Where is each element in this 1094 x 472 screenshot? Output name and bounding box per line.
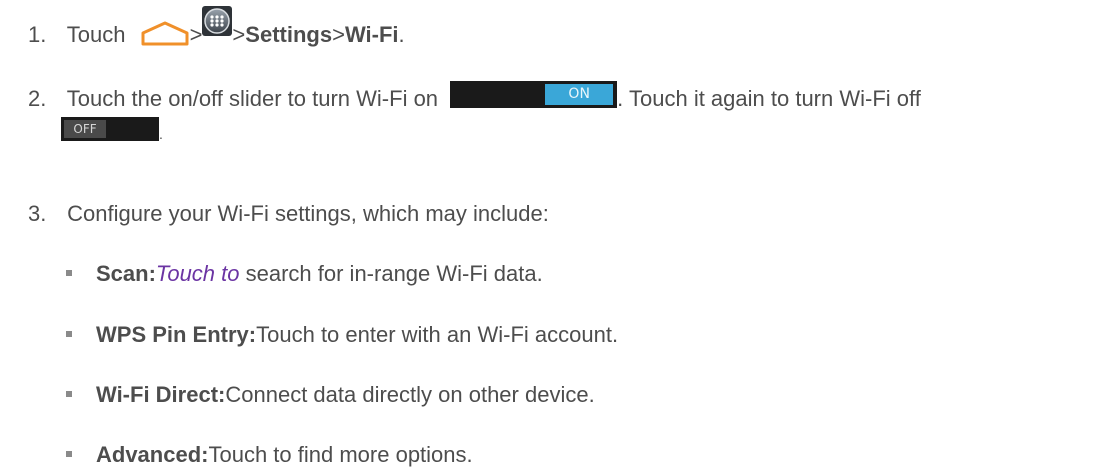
step-text-continued: . Touch it again to turn Wi-Fi off	[617, 86, 921, 111]
bullet-term: WPS Pin Entry:	[96, 322, 257, 347]
list-item: Scan:Touch to search for in-range Wi-Fi …	[66, 259, 543, 289]
step-number: 3.	[28, 201, 47, 226]
step-number: 2.	[28, 86, 47, 111]
wifi-slider-off: OFF	[61, 117, 159, 141]
bullet-square-icon	[66, 270, 72, 276]
list-item: Advanced:Touch to find more options.	[66, 440, 473, 470]
step-text: Touch the on/off slider to turn Wi-Fi on	[66, 86, 439, 111]
separator: >	[189, 22, 203, 47]
period: .	[398, 22, 405, 47]
separator: >	[232, 22, 246, 47]
apps-icon	[202, 6, 233, 36]
bullet-desc: Connect data directly on other device.	[225, 382, 595, 407]
bullet-square-icon	[66, 331, 72, 337]
wifi-slider-on: ON	[450, 81, 618, 108]
step-1: 1. Touch > >Settings>Wi-Fi.	[28, 6, 405, 50]
list-item: Wi-Fi Direct:Connect data directly on ot…	[66, 380, 595, 410]
touch-to-link[interactable]: Touch to	[156, 261, 240, 286]
bullet-term: Advanced:	[96, 442, 209, 467]
step-2: 2. Touch the on/off slider to turn Wi-Fi…	[28, 81, 921, 114]
step-2-continued: OFF .	[61, 117, 163, 149]
wifi-label: Wi-Fi	[344, 22, 399, 47]
document: 1. Touch > >Settings>Wi-Fi. 2. Touch the…	[0, 0, 1094, 472]
bullet-desc: Touch to enter with an Wi-Fi account.	[256, 322, 619, 347]
home-icon	[141, 21, 189, 46]
step-text: Touch	[66, 22, 126, 47]
bullet-square-icon	[66, 451, 72, 457]
settings-label: Settings	[245, 22, 333, 47]
step-number: 1.	[28, 22, 47, 47]
bullet-term: Wi-Fi Direct:	[96, 382, 226, 407]
step-text: Configure your Wi-Fi settings, which may…	[67, 201, 549, 226]
step-3: 3. Configure your Wi-Fi settings, which …	[28, 199, 549, 229]
slider-off-label: OFF	[64, 120, 106, 138]
slider-on-label: ON	[545, 84, 614, 105]
bullet-desc: search for in-range Wi-Fi data.	[239, 261, 543, 286]
bullet-term: Scan:	[96, 261, 156, 286]
bullet-square-icon	[66, 391, 72, 397]
period: .	[159, 126, 163, 142]
separator: >	[332, 22, 345, 47]
list-item: WPS Pin Entry:Touch to enter with an Wi-…	[66, 320, 618, 350]
bullet-desc: Touch to find more options.	[208, 442, 473, 467]
